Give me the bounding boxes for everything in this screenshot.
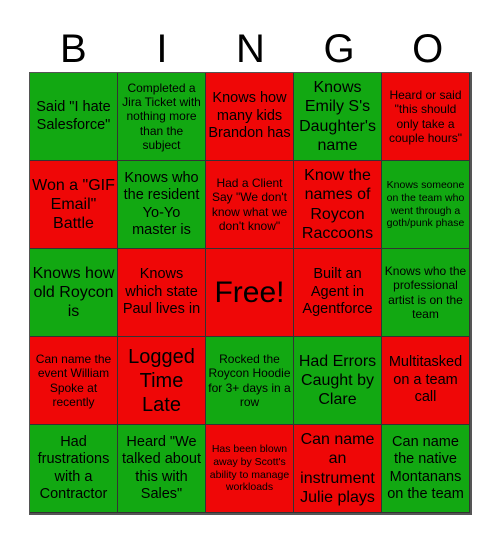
bingo-cell[interactable]: Had frustrations with a Contractor (30, 425, 118, 513)
bingo-cell-text: Had Errors Caught by Clare (298, 352, 377, 409)
bingo-cell[interactable]: Heard or said "this should only take a c… (382, 73, 470, 161)
bingo-cell[interactable]: Knows someone on the team who went throu… (382, 161, 470, 249)
bingo-cell-text: Can name an instrument Julie plays (300, 431, 375, 506)
bingo-cell[interactable]: Know the names of Roycon Raccoons (294, 161, 382, 249)
bingo-cell-text: Can name the event William Spoke at rece… (35, 351, 112, 409)
bingo-cell-text: Rocked the Roycon Hoodie for 3+ days in … (208, 351, 291, 409)
bingo-cell-text: Knows which state Paul lives in (122, 266, 201, 318)
bingo-cell[interactable]: Can name an instrument Julie plays (294, 425, 382, 513)
bingo-cell-text: Completed a Jira Ticket with nothing mor… (122, 80, 201, 153)
bingo-cell-text: Know the names of Roycon Raccoons (301, 167, 374, 242)
bingo-cell-text: Has been blown away by Scott's ability t… (209, 443, 290, 494)
bingo-cell-text: Free! (214, 275, 285, 309)
bingo-cell-text: Had a Client Say "We don't know what we … (211, 175, 288, 233)
bingo-cell-text: Heard "We talked about this with Sales" (121, 433, 201, 502)
bingo-cell[interactable]: Knows who the professional artist is on … (382, 249, 470, 337)
bingo-cell[interactable]: Logged Time Late (118, 337, 206, 425)
bingo-cell[interactable]: Won a "GIF Email" Battle (30, 161, 118, 249)
bingo-cell[interactable]: Built an Agent in Agentforce (294, 249, 382, 337)
bingo-cell[interactable]: Completed a Jira Ticket with nothing mor… (118, 73, 206, 161)
bingo-cell[interactable]: Has been blown away by Scott's ability t… (206, 425, 294, 513)
bingo-cell-text: Said "I hate Salesforce" (36, 99, 111, 133)
bingo-cell-text: Knows who the professional artist is on … (384, 263, 467, 321)
bingo-cell-text: Can name the native Montanans on the tea… (387, 433, 464, 502)
bingo-cell-text: Knows someone on the team who went throu… (386, 179, 465, 230)
bingo-cell-text: Knows Emily S's Daughter's name (299, 79, 376, 154)
bingo-cell-text: Multitasked on a team call (388, 354, 463, 406)
bingo-cell-text: Built an Agent in Agentforce (302, 266, 373, 318)
bingo-cell[interactable]: Can name the event William Spoke at rece… (30, 337, 118, 425)
bingo-cell-text: Knows how old Roycon is (32, 264, 115, 321)
header-letter-n: N (236, 27, 265, 71)
header-letter-o: O (412, 27, 444, 71)
bingo-cell[interactable]: Heard "We talked about this with Sales" (118, 425, 206, 513)
bingo-cell[interactable]: Rocked the Roycon Hoodie for 3+ days in … (206, 337, 294, 425)
bingo-cell[interactable]: Had a Client Say "We don't know what we … (206, 161, 294, 249)
bingo-free-space[interactable]: Free! (206, 249, 294, 337)
bingo-cell[interactable]: Knows how many kids Brandon has (206, 73, 294, 161)
bingo-cell[interactable]: Knows Emily S's Daughter's name (294, 73, 382, 161)
bingo-cell[interactable]: Had Errors Caught by Clare (294, 337, 382, 425)
bingo-cell-text: Logged Time Late (128, 345, 195, 416)
header-letter-g: G (323, 27, 355, 71)
bingo-cell-text: Had frustrations with a Contractor (37, 433, 110, 502)
bingo-cell[interactable]: Knows how old Roycon is (30, 249, 118, 337)
bingo-cell-text: Knows who the resident Yo-Yo master is (123, 169, 200, 238)
bingo-cell-text: Won a "GIF Email" Battle (32, 176, 115, 233)
bingo-cell[interactable]: Said "I hate Salesforce" (30, 73, 118, 161)
bingo-cell[interactable]: Multitasked on a team call (382, 337, 470, 425)
bingo-cell-text: Knows how many kids Brandon has (208, 90, 291, 142)
bingo-cell[interactable]: Knows who the resident Yo-Yo master is (118, 161, 206, 249)
header-letter-b: B (59, 27, 87, 71)
bingo-cell[interactable]: Knows which state Paul lives in (118, 249, 206, 337)
bingo-cell-text: Heard or said "this should only take a c… (389, 87, 462, 145)
bingo-card-grid: Said "I hate Salesforce" Completed a Jira… (29, 72, 472, 515)
bingo-header: B I N G O (29, 26, 472, 72)
bingo-cell[interactable]: Can name the native Montanans on the tea… (382, 425, 470, 513)
header-letter-i: I (156, 27, 168, 71)
